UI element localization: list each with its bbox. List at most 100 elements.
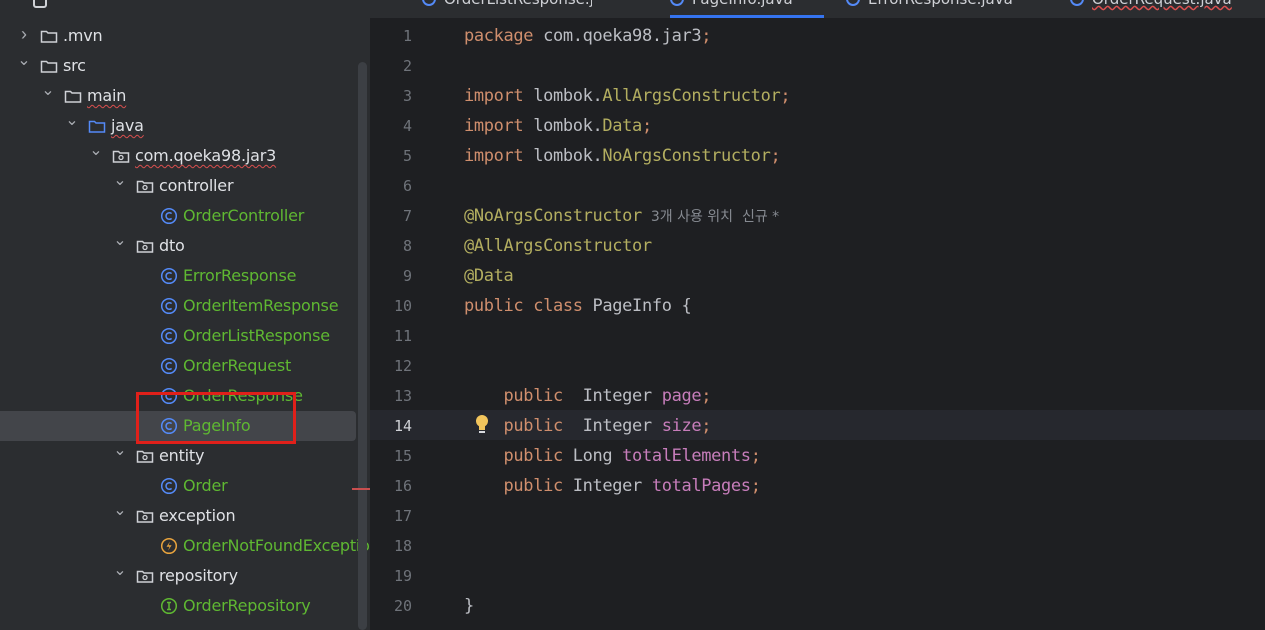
- usage-hint[interactable]: 3개 사용 위치 신규 *: [642, 209, 779, 225]
- class-icon: [160, 417, 178, 435]
- tree-item-label: OrderController: [183, 206, 305, 225]
- tree-item-errorresponse[interactable]: ErrorResponse: [0, 261, 356, 291]
- tree-item-entity[interactable]: ⌄ entity: [0, 441, 356, 471]
- code-line[interactable]: import lombok.AllArgsConstructor;: [464, 81, 791, 111]
- code-token: lombok.: [533, 146, 603, 166]
- code-line[interactable]: import lombok.NoArgsConstructor;: [464, 141, 781, 171]
- tree-item-orderrepository[interactable]: OrderRepository: [0, 591, 356, 621]
- code-token: ;: [701, 26, 712, 46]
- code-token: class: [533, 296, 593, 316]
- tree-item-pageinfo[interactable]: PageInfo: [0, 411, 356, 441]
- panel-header-fragment: [0, 0, 370, 14]
- code-token: }: [464, 596, 474, 616]
- exception-class-icon: [160, 537, 178, 555]
- line-number: 20: [393, 597, 412, 615]
- tree-item-src[interactable]: ⌄ src: [0, 51, 356, 81]
- chevron-down-icon[interactable]: ⌄: [112, 503, 128, 519]
- class-icon: [160, 207, 178, 225]
- code-editor[interactable]: OrderListResponse.java PageInfo.java Error…: [370, 0, 1265, 630]
- chevron-down-icon[interactable]: ⌄: [40, 83, 56, 99]
- chevron-down-icon[interactable]: ⌄: [64, 113, 80, 129]
- code-line[interactable]: public Integer totalPages;: [464, 471, 761, 501]
- code-token: totalPages: [651, 476, 751, 496]
- tree-item-orderresponse[interactable]: OrderResponse: [0, 381, 356, 411]
- chevron-down-icon[interactable]: ⌄: [16, 53, 32, 69]
- code-token: ;: [641, 116, 652, 136]
- code-line[interactable]: import lombok.Data;: [464, 111, 652, 141]
- chevron-down-icon[interactable]: ⌄: [112, 443, 128, 459]
- chevron-down-icon[interactable]: ⌄: [88, 143, 104, 159]
- line-number: 13: [393, 387, 412, 405]
- tree-item-orderlistresponse[interactable]: OrderListResponse: [0, 321, 356, 351]
- code-token: totalElements: [622, 446, 751, 466]
- project-panel: › .mvn ⌄ src ⌄ main ⌄ java ⌄ com.qoeka98.jar3 ⌄ con…: [0, 0, 370, 630]
- active-tab-indicator: [670, 15, 824, 18]
- code-line[interactable]: @NoArgsConstructor 3개 사용 위치 신규 *: [464, 201, 779, 231]
- code-token: public: [464, 476, 573, 496]
- tree-item-dto[interactable]: ⌄ dto: [0, 231, 356, 261]
- tree-item-mvn[interactable]: › .mvn: [0, 21, 356, 51]
- editor-tab-orderlistresponse-java[interactable]: OrderListResponse.java: [422, 0, 592, 18]
- code-line[interactable]: public class PageInfo {: [464, 291, 692, 321]
- tree-item-controller[interactable]: ⌄ controller: [0, 171, 356, 201]
- code-line[interactable]: @AllArgsConstructor: [464, 231, 652, 261]
- class-icon: [160, 297, 178, 315]
- code-token: public: [464, 296, 534, 316]
- tree-item-label: com.qoeka98.jar3: [135, 146, 277, 165]
- tree-item-exception[interactable]: ⌄ exception: [0, 501, 356, 531]
- code-token: Integer: [572, 476, 652, 496]
- editor-tab-errorresponse-java[interactable]: ErrorResponse.java: [846, 0, 1016, 18]
- folder-icon: [40, 30, 58, 43]
- tree-item-label: java: [111, 116, 144, 135]
- tree-item-main[interactable]: ⌄ main: [0, 81, 356, 111]
- tree-item-label: controller: [159, 176, 234, 195]
- code-token: ;: [701, 386, 712, 406]
- package-icon: [136, 570, 154, 583]
- tree-item-com-qoeka98-jar3[interactable]: ⌄ com.qoeka98.jar3: [0, 141, 356, 171]
- code-token: AllArgsConstructor: [602, 86, 781, 106]
- editor-tab-bar: OrderListResponse.java PageInfo.java Error…: [370, 0, 1265, 18]
- code-line[interactable]: }: [464, 591, 474, 621]
- code-token: import: [464, 86, 534, 106]
- editor-tab-orderrequest-java[interactable]: OrderRequest.java: [1070, 0, 1265, 18]
- code-token: @Data: [464, 266, 514, 286]
- code-token: NoArgsConstructor: [602, 146, 771, 166]
- interface-icon: [160, 597, 178, 615]
- tree-item-order[interactable]: Order: [0, 471, 356, 501]
- code-token: public: [464, 416, 583, 436]
- tree-item-label: entity: [159, 446, 205, 465]
- code-line[interactable]: public Long totalElements;: [464, 441, 761, 471]
- code-line[interactable]: public Integer page;: [464, 381, 712, 411]
- tree-item-label: exception: [159, 506, 236, 525]
- class-icon: [160, 357, 178, 375]
- line-number: 4: [402, 117, 412, 135]
- tree-item-label: dto: [159, 236, 185, 255]
- line-number: 7: [402, 207, 412, 225]
- tree-item-java[interactable]: ⌄ java: [0, 111, 356, 141]
- line-number: 18: [393, 537, 412, 555]
- tree-item-repository[interactable]: ⌄ repository: [0, 561, 356, 591]
- project-tree-scrollbar[interactable]: [358, 62, 367, 630]
- tree-item-label: PageInfo: [183, 416, 251, 435]
- chevron-right-icon[interactable]: ›: [16, 25, 32, 43]
- folder-icon: [64, 90, 82, 103]
- code-line[interactable]: public Integer size;: [464, 411, 712, 441]
- line-number: 1: [402, 27, 412, 45]
- chevron-down-icon[interactable]: ⌄: [112, 173, 128, 189]
- tree-item-ordercontroller[interactable]: OrderController: [0, 201, 356, 231]
- tree-item-ordernotfoundexception[interactable]: OrderNotFoundException: [0, 531, 370, 561]
- tree-item-orderitemresponse[interactable]: OrderItemResponse: [0, 291, 356, 321]
- chevron-down-icon[interactable]: ⌄: [112, 233, 128, 249]
- code-token: lombok.: [533, 86, 603, 106]
- tree-item-label: main: [87, 86, 127, 105]
- tree-item-label: repository: [159, 566, 238, 585]
- code-line[interactable]: @Data: [464, 261, 514, 291]
- tree-item-orderrequest[interactable]: OrderRequest: [0, 351, 356, 381]
- editor-tab-pageinfo-java[interactable]: PageInfo.java: [670, 0, 840, 18]
- source-folder-icon: [88, 120, 106, 133]
- chevron-down-icon[interactable]: ⌄: [112, 563, 128, 579]
- tab-label: ErrorResponse.java: [868, 0, 1013, 8]
- code-line[interactable]: package com.qoeka98.jar3;: [464, 21, 712, 51]
- line-number: 6: [402, 177, 412, 195]
- tree-item-label: OrderNotFoundException: [183, 536, 370, 555]
